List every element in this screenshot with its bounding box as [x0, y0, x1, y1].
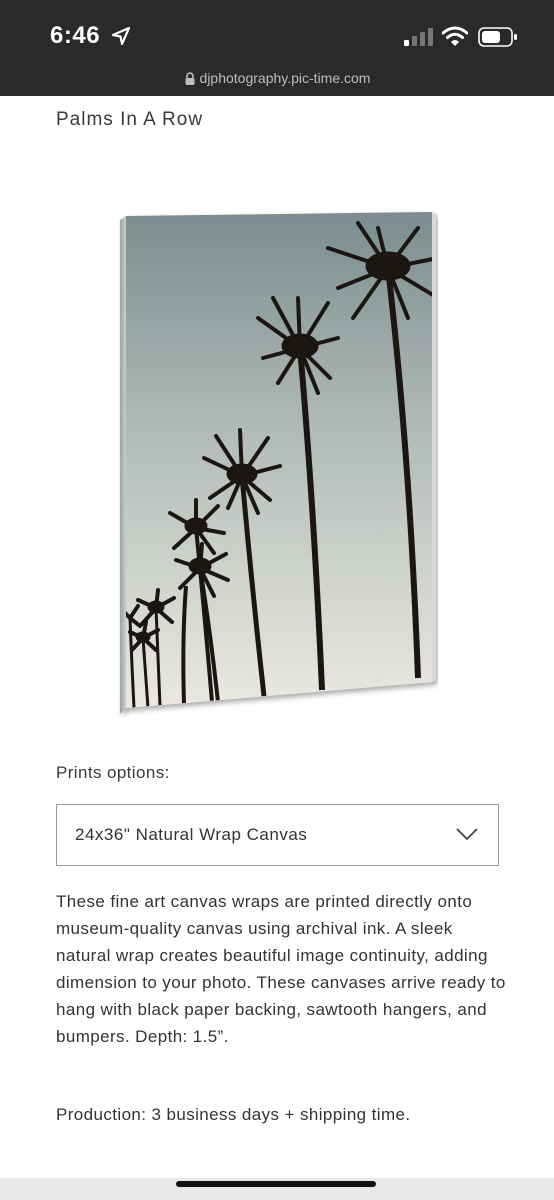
chevron-down-icon	[456, 828, 478, 841]
url-text: djphotography.pic-time.com	[199, 70, 371, 86]
lock-icon	[185, 72, 195, 85]
print-options-select[interactable]: 24x36" Natural Wrap Canvas	[56, 804, 499, 866]
battery-icon	[478, 27, 517, 47]
canvas-print-image	[120, 212, 436, 714]
cellular-signal-icon	[404, 28, 433, 46]
address-bar[interactable]: djphotography.pic-time.com	[0, 70, 554, 86]
production-time: Production: 3 business days + shipping t…	[56, 1105, 411, 1124]
status-and-address-bar: 6:46 djphotography.pic-time.com	[0, 0, 554, 96]
home-indicator[interactable]	[176, 1181, 376, 1187]
wifi-icon	[442, 26, 468, 46]
canvas-print-preview[interactable]	[118, 208, 438, 718]
page-title: Palms In A Row	[56, 109, 204, 130]
product-description: These fine art canvas wraps are printed …	[56, 892, 506, 1046]
location-arrow-icon	[112, 27, 130, 45]
status-time: 6:46	[50, 22, 101, 49]
print-options-label: Prints options:	[56, 763, 170, 782]
print-options-selected-value: 24x36" Natural Wrap Canvas	[75, 825, 308, 844]
